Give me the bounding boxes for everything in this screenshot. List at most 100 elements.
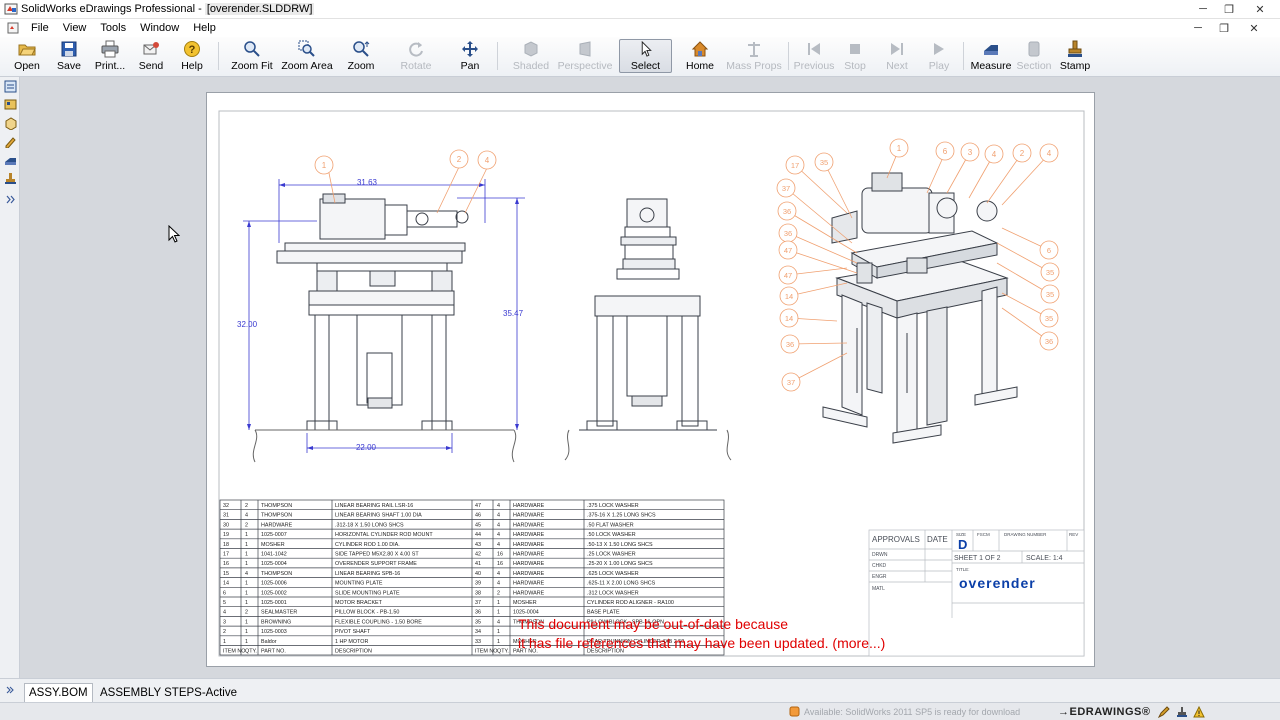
bom-cell: 47 xyxy=(475,503,481,509)
zoom-fit-button[interactable]: Zoom Fit xyxy=(230,39,274,73)
dim-right-height: 35.47 xyxy=(503,309,524,318)
bom-cell: 1 xyxy=(245,619,248,625)
title-bar: SolidWorks eDrawings Professional - [ove… xyxy=(0,0,1280,19)
bom-cell: 1 xyxy=(497,600,500,606)
bom-cell: 31 xyxy=(223,513,229,519)
bom-cell: .50 FLAT WASHER xyxy=(587,522,634,528)
tab-assembly-steps[interactable]: ASSEMBLY STEPS-Active xyxy=(96,683,241,702)
bom-cell: 4 xyxy=(223,610,226,616)
balloon: 4 xyxy=(1047,149,1052,158)
bom-cell: 35 xyxy=(475,619,481,625)
balloon: 14 xyxy=(785,292,793,301)
measure-button[interactable]: Measure xyxy=(971,39,1011,73)
warning-icon[interactable] xyxy=(1193,706,1205,718)
document-icon[interactable] xyxy=(6,21,20,35)
bom-cell: 1 xyxy=(245,629,248,635)
previous-button[interactable]: Previous xyxy=(794,39,834,73)
print-button[interactable]: Print... xyxy=(93,39,127,73)
play-icon xyxy=(934,43,944,55)
rotate-button[interactable]: Rotate xyxy=(398,39,434,73)
front-view xyxy=(252,193,517,463)
bom-cell: 15 xyxy=(223,571,229,577)
isometric-view xyxy=(822,172,1018,444)
bom-cell: 1025-0004 xyxy=(261,561,287,567)
zoom-area-button[interactable]: Zoom Area xyxy=(281,39,333,73)
bom-cell: 1 xyxy=(245,600,248,606)
stamp-side-icon[interactable] xyxy=(4,172,17,185)
balloon: 36 xyxy=(1045,337,1053,346)
open-button[interactable]: Open xyxy=(10,39,44,73)
components-icon[interactable] xyxy=(4,98,17,111)
bom-cell: PIVOT SHAFT xyxy=(335,629,371,635)
home-button[interactable]: Home xyxy=(683,39,717,73)
bom-cell: 16 xyxy=(497,552,503,558)
doc-close-button[interactable]: ✕ xyxy=(1244,20,1264,36)
balloon: 2 xyxy=(457,155,462,164)
bom-cell: 2 xyxy=(497,590,500,596)
bom-cell: 46 xyxy=(475,513,481,519)
tab-assy-bom[interactable]: ASSY.BOM xyxy=(24,683,93,702)
tb-sheet: SHEET 1 OF 2 xyxy=(954,555,1001,562)
bom-header-cell: ITEM NO. xyxy=(475,649,499,655)
perspective-icon xyxy=(579,41,591,57)
menu-file[interactable]: File xyxy=(24,22,56,34)
bom-cell: 40 xyxy=(475,571,481,577)
side-panel-toolbar xyxy=(0,77,20,694)
out-of-date-warning-link[interactable]: it has file references that may have bee… xyxy=(518,635,885,651)
stamp-button[interactable]: Stamp xyxy=(1058,39,1092,73)
save-button[interactable]: Save xyxy=(52,39,86,73)
parts-icon[interactable] xyxy=(4,117,17,130)
close-button[interactable]: ✕ xyxy=(1244,0,1276,18)
bom-cell: 45 xyxy=(475,522,481,528)
markup-pen-icon[interactable] xyxy=(1158,706,1170,718)
perspective-button[interactable]: Perspective xyxy=(558,39,612,73)
bom-cell: HARDWARE xyxy=(513,532,545,538)
main-toolbar: Open Save Print... Send ? Help Zoom Fit … xyxy=(0,37,1280,77)
bom-cell: HARDWARE xyxy=(513,590,545,596)
doc-minimize-button[interactable]: ─ xyxy=(1188,20,1208,36)
play-button[interactable]: Play xyxy=(924,39,954,73)
doc-restore-button[interactable]: ❐ xyxy=(1214,20,1234,36)
bom-cell: 30 xyxy=(223,522,229,528)
bom-cell: 4 xyxy=(497,532,500,538)
help-button[interactable]: ? Help xyxy=(175,39,209,73)
zoom-button[interactable]: Zoom xyxy=(344,39,378,73)
measure-side-icon[interactable] xyxy=(4,154,17,167)
bom-cell: SEALMASTER xyxy=(261,610,297,616)
zoom-fit-icon xyxy=(244,41,260,57)
tabs-scroll-chevron-icon[interactable] xyxy=(5,685,15,695)
bom-cell: 4 xyxy=(497,522,500,528)
update-available-text[interactable]: Available: SolidWorks 2011 SP5 is ready … xyxy=(804,707,1020,717)
select-button[interactable]: Select xyxy=(619,39,672,73)
bom-cell: 4 xyxy=(245,513,248,519)
pan-icon xyxy=(462,41,478,57)
mass-props-button[interactable]: Mass Props xyxy=(726,39,782,73)
section-button[interactable]: Section xyxy=(1016,39,1052,73)
minimize-button[interactable]: ─ xyxy=(1190,0,1216,18)
restore-button[interactable]: ❐ xyxy=(1216,0,1242,18)
sheets-icon[interactable] xyxy=(4,80,17,93)
next-button[interactable]: Next xyxy=(882,39,912,73)
bom-cell: 4 xyxy=(497,542,500,548)
menu-help[interactable]: Help xyxy=(186,22,223,34)
bom-cell: 5 xyxy=(223,600,226,606)
menu-window[interactable]: Window xyxy=(133,22,186,34)
bom-cell: 1 xyxy=(245,552,248,558)
shaded-button[interactable]: Shaded xyxy=(509,39,553,73)
tb-approvals: APPROVALS xyxy=(872,535,920,544)
bom-cell: HARDWARE xyxy=(513,522,545,528)
markup-icon[interactable] xyxy=(4,135,17,148)
send-button[interactable]: Send xyxy=(134,39,168,73)
stamp-status-icon[interactable] xyxy=(1176,706,1188,718)
menu-tools[interactable]: Tools xyxy=(93,22,133,34)
bom-cell: 44 xyxy=(475,532,481,538)
update-notification-icon[interactable] xyxy=(789,706,800,717)
drawing-sheet[interactable]: 31.63 32.00 35.47 22.00 1 2 4 1 6 3 4 2 … xyxy=(206,92,1095,667)
bom-cell: 2 xyxy=(245,522,248,528)
bom-cell: 37 xyxy=(475,600,481,606)
stop-button[interactable]: Stop xyxy=(840,39,870,73)
menu-view[interactable]: View xyxy=(56,22,94,34)
expand-chevron-icon[interactable] xyxy=(4,193,17,206)
bom-cell: 4 xyxy=(497,619,500,625)
pan-button[interactable]: Pan xyxy=(453,39,487,73)
